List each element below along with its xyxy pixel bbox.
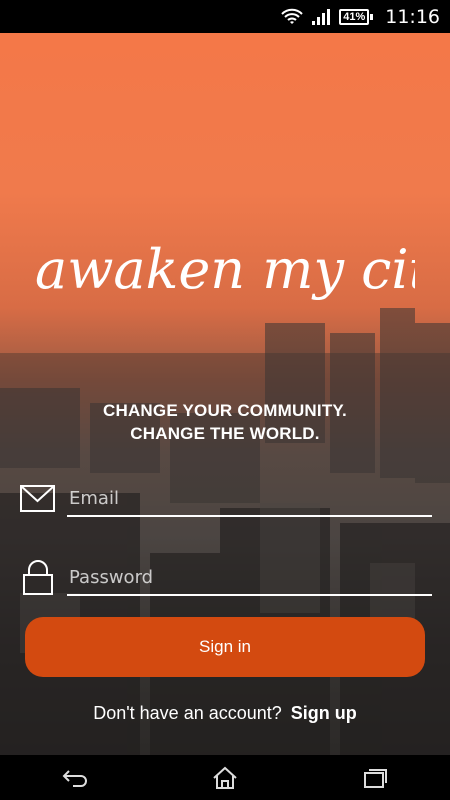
login-screen: awaken my city CHANGE YOUR COMMUNITY. CH… — [0, 33, 450, 755]
back-icon — [62, 769, 87, 787]
password-field-row — [20, 560, 432, 600]
back-button[interactable] — [45, 758, 105, 798]
password-input[interactable] — [67, 560, 432, 596]
tagline: CHANGE YOUR COMMUNITY. CHANGE THE WORLD. — [0, 399, 450, 445]
navigation-bar — [0, 755, 450, 800]
signup-row: Don't have an account? Sign up — [0, 703, 450, 724]
sign-in-button[interactable]: Sign in — [25, 617, 425, 677]
city-skyline-image — [0, 308, 450, 755]
email-input[interactable] — [67, 481, 432, 517]
tagline-line-1: CHANGE YOUR COMMUNITY. — [103, 401, 347, 420]
battery-icon: 41% — [339, 8, 374, 25]
tagline-line-2: CHANGE THE WORLD. — [130, 424, 320, 443]
clock: 11:16 — [385, 5, 440, 28]
wifi-icon — [281, 8, 303, 24]
status-bar: 41% 11:16 — [0, 0, 450, 33]
app-logo: awaken my city — [35, 238, 415, 301]
logo-text: awaken my city — [35, 238, 415, 301]
signup-prompt: Don't have an account? — [93, 703, 282, 723]
signal-icon — [312, 8, 331, 25]
envelope-icon — [20, 485, 55, 512]
battery-level: 41% — [339, 8, 370, 25]
recent-apps-button[interactable] — [345, 758, 405, 798]
email-field-row — [20, 481, 432, 521]
home-icon — [213, 766, 237, 789]
home-button[interactable] — [195, 758, 255, 798]
sign-up-link[interactable]: Sign up — [291, 703, 357, 723]
recent-apps-icon — [364, 768, 387, 788]
lock-icon — [23, 560, 53, 595]
